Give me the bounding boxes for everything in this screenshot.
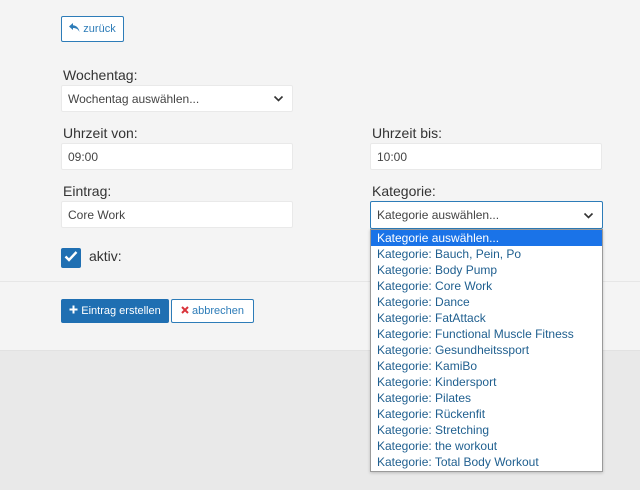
- eintrag-input[interactable]: Core Work: [61, 201, 293, 228]
- kategorie-option[interactable]: Kategorie: the workout: [371, 438, 602, 454]
- uhrzeit-von-input[interactable]: 09:00: [61, 143, 293, 170]
- aktiv-checkbox[interactable]: [61, 248, 81, 268]
- wochentag-label: Wochentag:: [63, 67, 138, 83]
- close-icon: [181, 305, 189, 317]
- back-button[interactable]: zurück: [61, 16, 124, 42]
- uhrzeit-bis-value: 10:00: [377, 149, 408, 164]
- kategorie-option[interactable]: Kategorie: KamiBo: [371, 358, 602, 374]
- eintrag-label: Eintrag:: [63, 183, 112, 199]
- kategorie-option[interactable]: Kategorie: FatAttack: [371, 310, 602, 326]
- kategorie-option[interactable]: Kategorie: Pilates: [371, 390, 602, 406]
- chevron-down-icon: [583, 210, 594, 221]
- plus-icon: [69, 305, 78, 317]
- uhrzeit-von-label: Uhrzeit von:: [63, 125, 138, 141]
- kategorie-option[interactable]: Kategorie: Total Body Workout: [371, 454, 602, 470]
- checkmark-icon: [64, 249, 78, 267]
- reply-icon: [69, 23, 80, 35]
- kategorie-dropdown-list: Kategorie auswählen... Kategorie: Bauch, …: [370, 229, 603, 472]
- kategorie-option[interactable]: Kategorie: Bauch, Pein, Po: [371, 246, 602, 262]
- kategorie-option[interactable]: Kategorie: Body Pump: [371, 262, 602, 278]
- aktiv-label: aktiv:: [89, 248, 122, 264]
- back-button-label: zurück: [83, 23, 116, 35]
- kategorie-label: Kategorie:: [372, 183, 436, 199]
- create-entry-label: Eintrag erstellen: [81, 305, 161, 317]
- wochentag-select-value: Wochentag auswählen...: [68, 91, 200, 106]
- cancel-button[interactable]: abbrechen: [171, 299, 254, 323]
- cancel-button-label: abbrechen: [192, 305, 244, 317]
- kategorie-select-value: Kategorie auswählen...: [377, 208, 500, 222]
- kategorie-option[interactable]: Kategorie: Kindersport: [371, 374, 602, 390]
- create-entry-button[interactable]: Eintrag erstellen: [61, 299, 169, 323]
- kategorie-option[interactable]: Kategorie: Dance: [371, 294, 602, 310]
- kategorie-option[interactable]: Kategorie: Functional Muscle Fitness: [371, 326, 602, 342]
- kategorie-select[interactable]: Kategorie auswählen...: [370, 201, 603, 229]
- eintrag-value: Core Work: [68, 207, 126, 222]
- kategorie-option[interactable]: Kategorie auswählen...: [371, 230, 602, 246]
- wochentag-select[interactable]: Wochentag auswählen...: [61, 85, 293, 112]
- kategorie-option[interactable]: Kategorie: Rückenfit: [371, 406, 602, 422]
- kategorie-option[interactable]: Kategorie: Gesundheitssport: [371, 342, 602, 358]
- kategorie-option[interactable]: Kategorie: Stretching: [371, 422, 602, 438]
- chevron-down-icon: [273, 93, 284, 104]
- uhrzeit-bis-input[interactable]: 10:00: [370, 143, 602, 170]
- uhrzeit-von-value: 09:00: [68, 149, 99, 164]
- uhrzeit-bis-label: Uhrzeit bis:: [372, 125, 443, 141]
- kategorie-option[interactable]: Kategorie: Core Work: [371, 278, 602, 294]
